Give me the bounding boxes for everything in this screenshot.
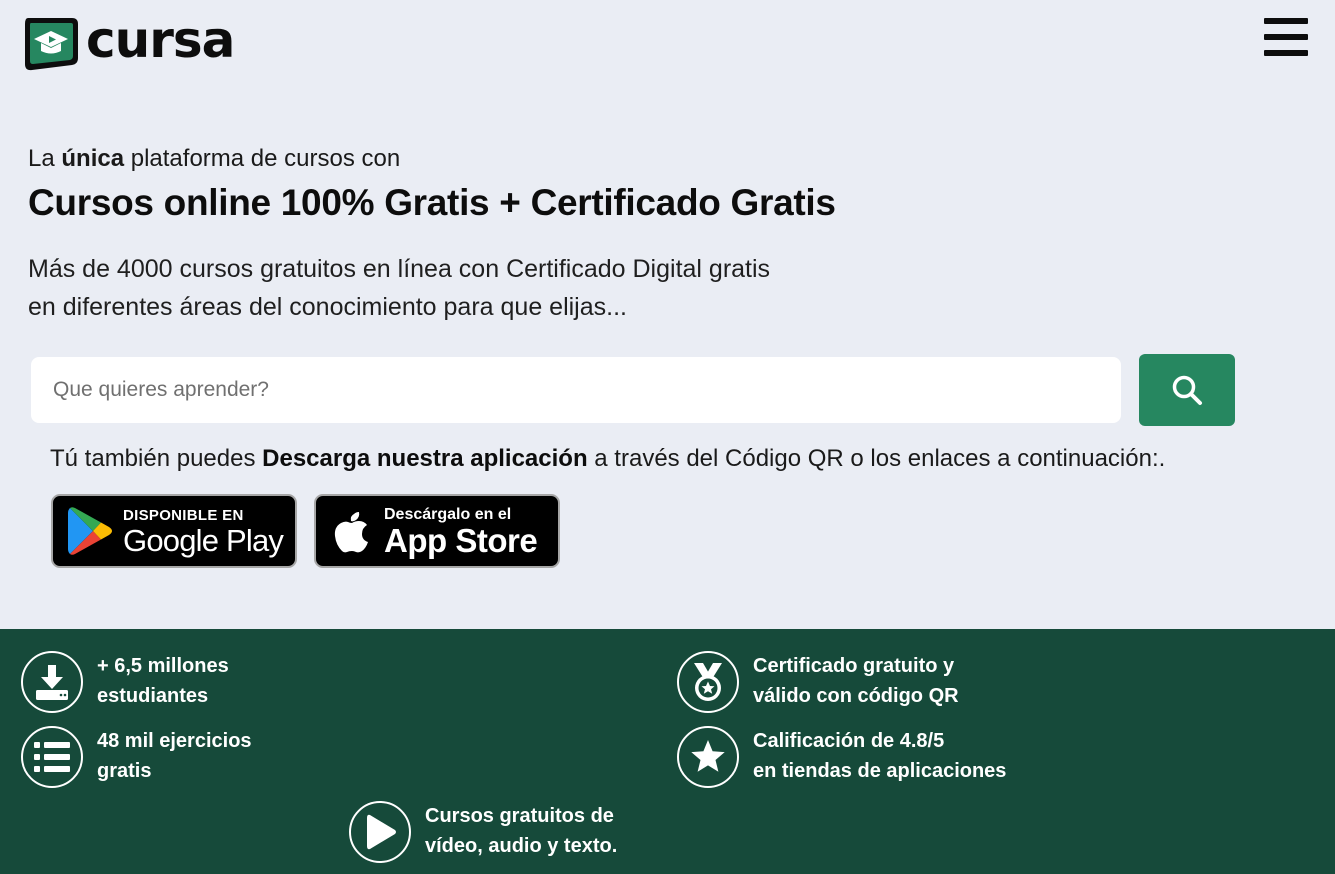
google-play-icon: [68, 507, 112, 555]
play-icon: [349, 801, 411, 863]
feature-formats: Cursos gratuitos de vídeo, audio y texto…: [349, 801, 617, 863]
feature-students: + 6,5 millones estudiantes: [21, 651, 229, 713]
hero-kicker: La única plataforma de cursos con: [28, 145, 401, 172]
app-store-button[interactable]: Descárgalo en el App Store: [314, 494, 560, 568]
google-play-small-label: DISPONIBLE EN: [123, 506, 244, 524]
feature-line: vídeo, audio y texto.: [425, 835, 618, 857]
apple-icon: [334, 512, 368, 553]
logo-text: cursa: [86, 11, 235, 69]
feature-line: + 6,5 millones: [97, 655, 229, 677]
feature-line: 48 mil ejercicios: [97, 730, 252, 752]
search-button[interactable]: [1139, 354, 1235, 426]
list-icon: [21, 726, 83, 788]
feature-line: estudiantes: [97, 685, 209, 707]
hamburger-menu-icon[interactable]: [1264, 18, 1308, 58]
cursa-logo[interactable]: cursa: [22, 11, 235, 72]
feature-line: válido con código QR: [753, 685, 959, 707]
feature-line: Calificación de 4.8/5: [753, 730, 945, 752]
download-icon: [21, 651, 83, 713]
feature-exercises: 48 mil ejercicios gratis: [21, 726, 252, 788]
cursa-logo-icon: [25, 18, 78, 71]
page-title: Cursos online 100% Gratis + Certificado …: [28, 182, 836, 223]
download-app-text: Tú también puedes Descarga nuestra aplic…: [50, 445, 1166, 472]
feature-certificate: Certificado gratuito y válido con código…: [677, 651, 959, 713]
search-input[interactable]: [31, 357, 1121, 423]
feature-line: Certificado gratuito y: [753, 655, 955, 677]
google-play-big-label: Google Play: [123, 522, 284, 558]
kicker-bold: única: [61, 145, 125, 172]
hero-description: Más de 4000 cursos gratuitos en línea co…: [28, 255, 771, 321]
star-icon: [677, 726, 739, 788]
feature-rating: Calificación de 4.8/5 en tiendas de apli…: [677, 726, 1006, 788]
feature-line: en tiendas de aplicaciones: [753, 760, 1007, 782]
download-app-bold: Descarga nuestra aplicación: [262, 445, 588, 472]
search-icon: [1172, 375, 1202, 405]
google-play-button[interactable]: DISPONIBLE EN Google Play: [51, 494, 297, 568]
feature-line: Cursos gratuitos de: [425, 805, 614, 827]
app-store-big-label: App Store: [384, 522, 538, 559]
medal-icon: [677, 651, 739, 713]
feature-line: gratis: [97, 760, 152, 782]
